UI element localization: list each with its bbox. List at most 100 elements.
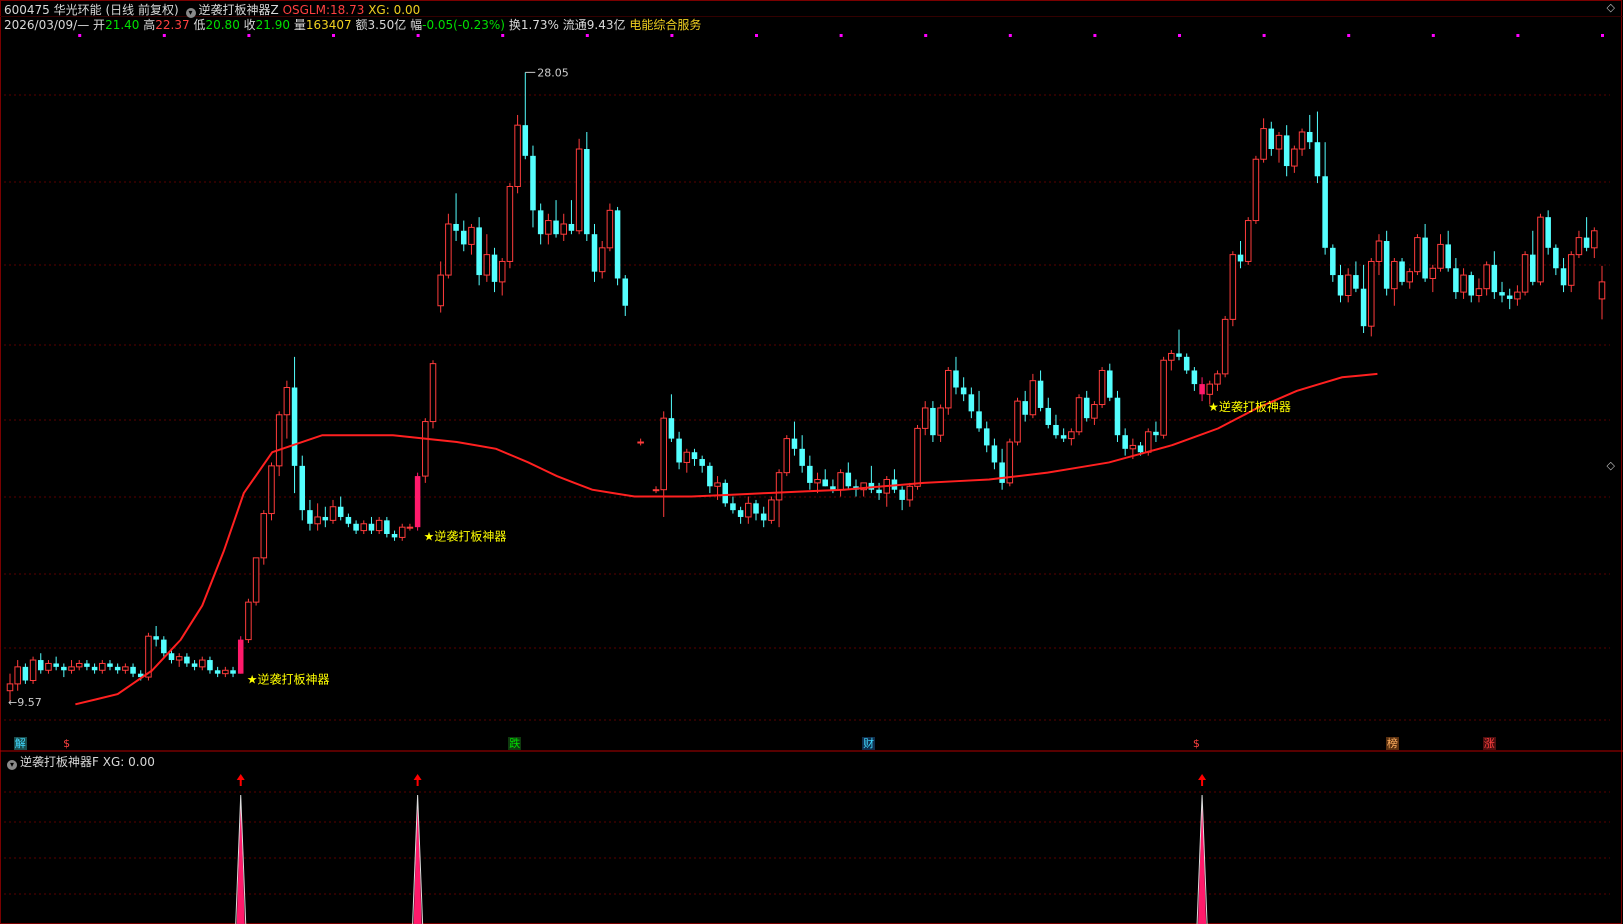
candle-body [522, 125, 529, 156]
candle-body [1283, 135, 1290, 167]
candle-body [1429, 267, 1437, 279]
sub-indicator-name[interactable]: 逆袭打板神器F [20, 755, 99, 769]
candle-body [683, 451, 691, 463]
candle-body [753, 503, 759, 514]
candle-body [707, 465, 713, 487]
signal-arrow-head [1198, 774, 1207, 780]
candle-body [845, 472, 852, 487]
amount-value: 3.50亿 [367, 18, 407, 32]
event-marker[interactable]: 解 [13, 737, 27, 750]
candle-body [37, 660, 44, 671]
candle-body [75, 662, 83, 668]
candle-body [1406, 271, 1413, 283]
candle-body [953, 370, 959, 388]
candle-body [921, 407, 929, 429]
candle-body [652, 489, 660, 492]
candle-body [476, 227, 482, 276]
header-line-1: 600475 华光环能 (日线 前复权) ▾ 逆袭打板神器Z OSGLM:18.7… [4, 3, 420, 18]
candle-body [945, 369, 952, 409]
candle-body [1530, 254, 1536, 282]
sub-indicator-dropdown-icon[interactable]: ▾ [7, 760, 17, 770]
candle-body [1575, 237, 1583, 256]
candle-body [1475, 288, 1483, 297]
marker-dot [1008, 34, 1012, 37]
candle-body [899, 489, 905, 500]
candle-body [191, 663, 198, 667]
candle-body [68, 666, 75, 671]
candle-body [1291, 148, 1298, 167]
candle-body [1330, 247, 1336, 276]
candle-body [99, 662, 106, 671]
candle-body [1160, 359, 1167, 436]
marker-dot [839, 34, 843, 37]
candle-body [1468, 275, 1475, 296]
candle-body [1075, 397, 1083, 433]
panel-buttons: ◇ ◇ [1607, 2, 1615, 472]
candle-body [498, 260, 506, 283]
candle-body [1237, 254, 1244, 262]
sub-xg-label: XG: [102, 755, 125, 769]
period-label[interactable]: (日线 前复权) [105, 3, 178, 17]
candle-body [252, 557, 260, 603]
candle-body [1499, 292, 1505, 296]
candle-body [214, 670, 221, 674]
candle-body [283, 387, 291, 416]
candle-body [22, 666, 29, 681]
event-marker[interactable]: $ [62, 737, 72, 750]
candle-body [398, 526, 406, 538]
high-value: 22.37 [155, 18, 190, 32]
event-marker[interactable]: $ [1191, 737, 1201, 750]
candle-body [391, 533, 398, 538]
candle-body [545, 220, 552, 235]
marker-dot [1347, 34, 1351, 37]
marker-dot [1601, 34, 1604, 37]
candle-body [29, 659, 37, 681]
candle-body [1129, 444, 1137, 450]
candle-body [1391, 260, 1398, 290]
candle-body [876, 489, 882, 494]
main-panel-toggle-icon[interactable]: ◇ [1607, 2, 1615, 14]
candle-body [1583, 237, 1590, 248]
sub-panel-toggle-icon[interactable]: ◇ [1607, 460, 1615, 472]
candle-body [937, 407, 944, 436]
candle-body [1399, 261, 1405, 282]
candle-body [622, 278, 629, 306]
candle-body [483, 254, 491, 276]
candle-body [375, 519, 383, 532]
event-marker[interactable]: 榜 [1385, 737, 1399, 750]
candle-body [660, 417, 667, 491]
candle-body [714, 482, 721, 487]
sub-panel-title: ▾ 逆袭打板神器F XG: 0.00 [4, 753, 155, 770]
candle-body [1221, 318, 1229, 375]
candle-body [722, 482, 729, 504]
candle-body [1191, 370, 1198, 385]
candle-body [560, 223, 568, 235]
event-marker[interactable]: 涨 [1482, 737, 1496, 750]
marker-dot [755, 34, 759, 37]
sector-link[interactable]: 电能综合服务 [629, 18, 701, 32]
candle-body [84, 663, 90, 667]
candle-body [1383, 241, 1390, 289]
candle-body [1029, 380, 1037, 416]
signal-arrow-head [413, 774, 422, 780]
change-label: 幅 [410, 18, 423, 32]
candle-body [314, 516, 321, 525]
candle-body [1098, 369, 1106, 406]
indicator-name[interactable]: 逆袭打板神器Z [199, 3, 279, 17]
float-value: 9.43亿 [586, 18, 626, 32]
event-marker[interactable]: 跌 [508, 737, 522, 750]
candle-body [307, 510, 313, 524]
candle-body [1483, 264, 1490, 290]
candle-body [1306, 131, 1313, 143]
candle-body [1268, 128, 1275, 150]
candle-body [299, 465, 306, 511]
candle-body [730, 503, 736, 511]
candle-body [1183, 356, 1190, 371]
candle-body [1022, 401, 1028, 415]
candle-body [1137, 445, 1144, 453]
indicator-dropdown-icon[interactable]: ▾ [185, 8, 196, 18]
candle-body [606, 209, 614, 249]
candle-body [122, 666, 129, 671]
event-marker[interactable]: 财 [862, 737, 876, 750]
kline-chart: 28.05 ←9.57 ★逆袭打板神器 ★逆袭打板神器 ★逆袭打板神器 [0, 0, 1623, 924]
